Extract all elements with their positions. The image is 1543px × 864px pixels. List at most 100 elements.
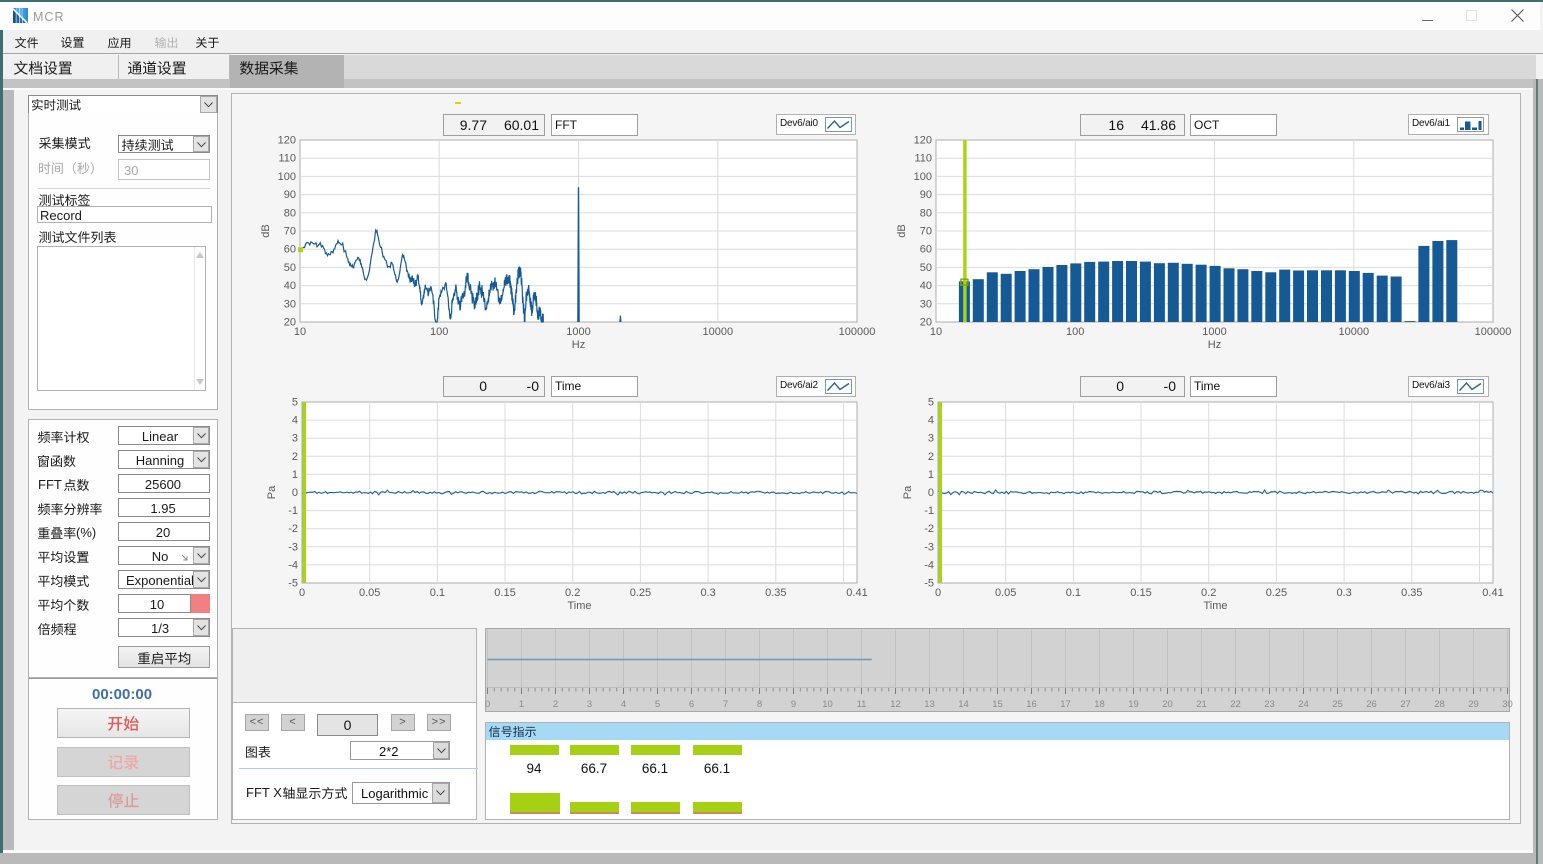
svg-text:100000: 100000 (839, 326, 876, 338)
svg-text:24: 24 (1298, 699, 1309, 710)
svg-text:15: 15 (992, 699, 1003, 710)
svg-text:-3: -3 (924, 541, 934, 553)
svg-text:0: 0 (485, 699, 490, 710)
svg-text:25: 25 (1332, 699, 1343, 710)
svg-text:4: 4 (928, 415, 934, 427)
svg-text:0.3: 0.3 (700, 587, 715, 599)
svg-text:5: 5 (928, 397, 934, 409)
svg-text:30: 30 (284, 298, 296, 310)
svg-text:0.2: 0.2 (565, 587, 580, 599)
svg-text:90: 90 (920, 189, 932, 201)
svg-text:3: 3 (292, 433, 298, 445)
svg-text:2: 2 (292, 451, 298, 463)
svg-text:2: 2 (928, 451, 934, 463)
svg-text:110: 110 (278, 153, 296, 165)
svg-text:0.41: 0.41 (1482, 587, 1503, 599)
svg-text:0: 0 (299, 587, 305, 599)
svg-text:-2: -2 (288, 523, 298, 535)
svg-text:1000: 1000 (566, 326, 590, 338)
svg-text:1000: 1000 (1202, 326, 1226, 338)
svg-text:7: 7 (723, 699, 728, 710)
svg-text:100: 100 (430, 326, 448, 338)
svg-text:120: 120 (278, 135, 296, 147)
svg-text:60: 60 (920, 244, 932, 256)
svg-text:0.3: 0.3 (1336, 587, 1351, 599)
svg-text:0.1: 0.1 (1066, 587, 1081, 599)
svg-text:0.15: 0.15 (494, 587, 515, 599)
svg-text:3: 3 (587, 699, 592, 710)
svg-text:0.35: 0.35 (1401, 587, 1422, 599)
svg-text:1: 1 (928, 469, 934, 481)
svg-text:4: 4 (292, 415, 298, 427)
svg-text:29: 29 (1468, 699, 1479, 710)
svg-text:8: 8 (757, 699, 762, 710)
svg-text:dB: dB (260, 224, 272, 237)
svg-text:5: 5 (292, 397, 298, 409)
svg-text:50: 50 (284, 262, 296, 274)
svg-text:16: 16 (1026, 699, 1037, 710)
svg-text:28: 28 (1434, 699, 1445, 710)
svg-text:Pa: Pa (266, 485, 278, 499)
svg-text:10: 10 (294, 326, 306, 338)
svg-text:80: 80 (284, 207, 296, 219)
svg-text:0.25: 0.25 (1266, 587, 1287, 599)
svg-text:13: 13 (924, 699, 935, 710)
svg-text:12: 12 (890, 699, 901, 710)
svg-text:40: 40 (284, 280, 296, 292)
svg-text:70: 70 (920, 226, 932, 238)
svg-text:19: 19 (1128, 699, 1139, 710)
svg-text:22: 22 (1230, 699, 1241, 710)
svg-text:30: 30 (920, 298, 932, 310)
svg-text:-4: -4 (924, 559, 934, 571)
svg-text:60: 60 (284, 244, 296, 256)
svg-text:100: 100 (914, 171, 932, 183)
svg-text:-4: -4 (288, 559, 298, 571)
svg-text:dB: dB (896, 224, 908, 237)
svg-text:80: 80 (920, 207, 932, 219)
svg-text:-3: -3 (288, 541, 298, 553)
svg-text:10000: 10000 (1339, 326, 1370, 338)
svg-text:0.25: 0.25 (630, 587, 651, 599)
svg-text:17: 17 (1060, 699, 1071, 710)
svg-text:3: 3 (928, 433, 934, 445)
svg-text:70: 70 (284, 226, 296, 238)
svg-text:Time: Time (1203, 600, 1227, 612)
svg-text:4: 4 (621, 699, 626, 710)
svg-text:9: 9 (791, 699, 796, 710)
svg-text:10000: 10000 (703, 326, 734, 338)
svg-text:100: 100 (278, 171, 296, 183)
svg-text:-2: -2 (924, 523, 934, 535)
svg-text:110: 110 (914, 153, 932, 165)
svg-text:23: 23 (1264, 699, 1275, 710)
svg-text:-5: -5 (924, 578, 934, 590)
svg-text:20: 20 (1162, 699, 1173, 710)
svg-text:26: 26 (1366, 699, 1377, 710)
svg-text:0.41: 0.41 (846, 587, 867, 599)
svg-text:0.1: 0.1 (430, 587, 445, 599)
svg-text:-1: -1 (924, 505, 934, 517)
svg-text:6: 6 (689, 699, 694, 710)
svg-text:0: 0 (292, 487, 298, 499)
svg-text:0: 0 (935, 587, 941, 599)
svg-text:14: 14 (958, 699, 969, 710)
svg-text:100: 100 (1066, 326, 1084, 338)
svg-text:0.2: 0.2 (1201, 587, 1216, 599)
svg-text:10: 10 (822, 699, 833, 710)
svg-text:50: 50 (920, 262, 932, 274)
svg-text:1: 1 (519, 699, 524, 710)
svg-text:Hz: Hz (572, 339, 585, 351)
svg-text:40: 40 (920, 280, 932, 292)
svg-text:5: 5 (655, 699, 660, 710)
svg-text:0: 0 (928, 487, 934, 499)
svg-text:21: 21 (1196, 699, 1207, 710)
svg-text:0.05: 0.05 (995, 587, 1016, 599)
svg-text:90: 90 (284, 189, 296, 201)
svg-text:Pa: Pa (902, 485, 914, 499)
svg-text:Hz: Hz (1208, 339, 1221, 351)
svg-text:27: 27 (1400, 699, 1411, 710)
svg-text:100000: 100000 (1475, 326, 1512, 338)
svg-text:Time: Time (567, 600, 591, 612)
svg-text:2: 2 (553, 699, 558, 710)
svg-text:-5: -5 (288, 578, 298, 590)
svg-text:18: 18 (1094, 699, 1105, 710)
